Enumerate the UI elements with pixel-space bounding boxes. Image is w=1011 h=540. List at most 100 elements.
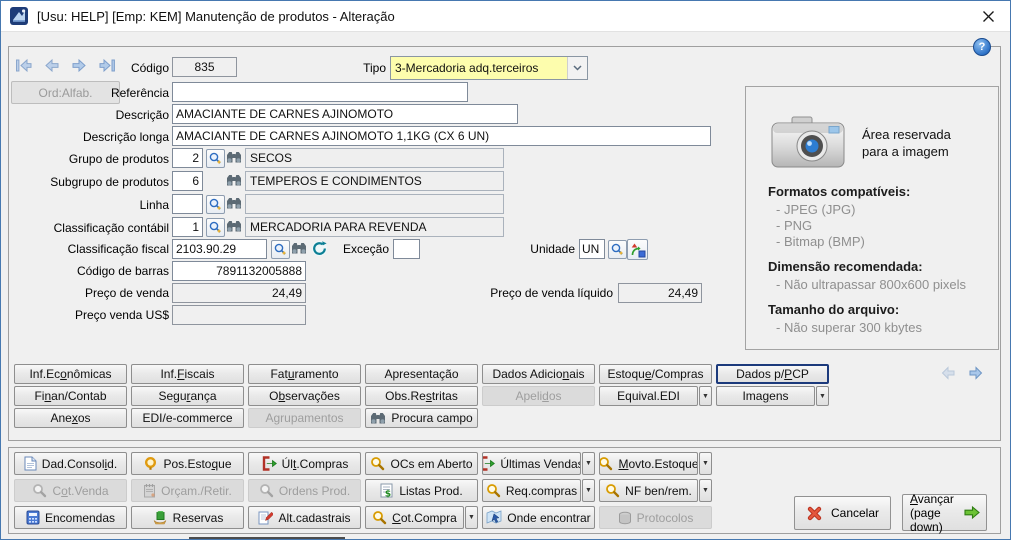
tab-dados-pcp[interactable]: Dados p/PCP xyxy=(716,364,829,384)
subgrupo-desc: TEMPEROS E CONDIMENTOS xyxy=(245,171,504,191)
chevron-down-icon[interactable] xyxy=(567,57,587,79)
unidade-input[interactable] xyxy=(579,239,605,259)
grupo-binoculars-icon[interactable] xyxy=(226,151,242,164)
dimension-list: - Não ultrapassar 800x600 pixels xyxy=(746,277,998,292)
cancel-button[interactable]: Cancelar xyxy=(794,496,891,530)
tab-procura-campo[interactable]: Procura campo xyxy=(365,408,478,428)
btn-cot-compra-dropdown[interactable]: ▼ xyxy=(465,506,478,529)
btn-movto-estoque[interactable]: Movto.Estoque xyxy=(599,452,698,475)
linha-binoculars-icon[interactable] xyxy=(226,197,242,210)
previous-record-icon[interactable] xyxy=(42,58,62,73)
first-record-icon[interactable] xyxy=(13,58,35,73)
btn-movto-estoque-dropdown[interactable]: ▼ xyxy=(699,452,712,475)
linha-lookup-magnifier-icon[interactable] xyxy=(206,195,225,214)
subgrupo-code-input[interactable] xyxy=(172,171,203,191)
preco-liquido-field: 24,49 xyxy=(618,283,702,303)
close-icon[interactable] xyxy=(967,1,1010,31)
descricao-label: Descrição xyxy=(61,108,169,122)
tab-seguranca[interactable]: Segurança xyxy=(131,386,244,406)
btn-encomendas[interactable]: Encomendas xyxy=(14,506,127,529)
tab-scroll-right-icon[interactable] xyxy=(966,366,985,380)
class-contabil-lookup-magnifier-icon[interactable] xyxy=(206,218,225,237)
grupo-lookup-magnifier-icon[interactable] xyxy=(206,149,225,168)
descricao-input[interactable] xyxy=(172,104,518,124)
tab-equival-edi-label: Equival.EDI xyxy=(617,389,680,403)
unidade-lookup-magnifier-icon[interactable] xyxy=(608,240,627,259)
refresh-icon[interactable] xyxy=(311,240,328,257)
btn-ordens-prod-label: Ordens Prod. xyxy=(279,484,350,498)
referencia-label: Referência xyxy=(61,86,169,100)
tab-apresentacao[interactable]: Apresentação xyxy=(365,364,478,384)
codigo-barras-label: Código de barras xyxy=(41,264,169,278)
class-fiscal-label: Classificação fiscal xyxy=(31,242,169,256)
advance-button[interactable]: Avançar (page down) xyxy=(902,494,987,531)
tab-equival-edi-dropdown[interactable]: ▼ xyxy=(699,386,712,406)
title-bar[interactable]: [Usu: HELP] [Emp: KEM] Manutenção de pro… xyxy=(1,1,1010,32)
linha-code-input[interactable] xyxy=(172,194,203,214)
subgrupo-binoculars-icon[interactable] xyxy=(226,174,242,187)
tab-imagens[interactable]: Imagens xyxy=(716,386,815,406)
btn-ocs-em-aberto-label: OCs em Aberto xyxy=(390,457,472,471)
codigo-barras-input[interactable] xyxy=(172,261,306,281)
btn-alt-cadastrais[interactable]: Alt.cadastrais xyxy=(248,506,361,529)
tab-estoque-compras-label: Estoque/Compras xyxy=(607,367,703,381)
tab-observacoes[interactable]: Observações xyxy=(248,386,361,406)
class-contabil-code-input[interactable] xyxy=(172,217,203,237)
tab-obs-restritas-label: Obs.Restritas xyxy=(385,389,458,403)
btn-ult-compras[interactable]: Últ.Compras xyxy=(248,452,361,475)
tab-scroll-left-icon[interactable] xyxy=(939,366,958,380)
tab-finan-contab-label: Finan/Contab xyxy=(34,389,106,403)
btn-ultimas-vendas-label: Últimas Vendas xyxy=(500,457,581,471)
tab-edi-ecommerce[interactable]: EDI/e-commerce xyxy=(131,408,244,428)
btn-nf-ben-rem-dropdown[interactable]: ▼ xyxy=(699,479,712,502)
class-fiscal-lookup-magnifier-icon[interactable] xyxy=(271,240,290,259)
tipo-combobox[interactable]: 3-Mercadoria adq.terceiros xyxy=(390,56,588,80)
btn-reservas[interactable]: Reservas xyxy=(131,506,244,529)
btn-listas-prod[interactable]: $Listas Prod. xyxy=(365,479,478,502)
btn-ultimas-vendas-dropdown[interactable]: ▼ xyxy=(582,452,595,475)
btn-onde-encontrar[interactable]: Onde encontrar xyxy=(482,506,595,529)
btn-req-compras[interactable]: Req.compras xyxy=(482,479,581,502)
excecao-input[interactable] xyxy=(393,239,420,259)
import-arrow-icon xyxy=(261,456,277,471)
btn-cot-compra[interactable]: Cot.Compra xyxy=(365,506,464,529)
tab-inf-fiscais[interactable]: Inf.Fiscais xyxy=(131,364,244,384)
unidade-label: Unidade xyxy=(521,242,575,256)
magnifier-gray-icon xyxy=(32,483,47,498)
unit-convert-icon[interactable] xyxy=(627,239,648,260)
btn-ocs-em-aberto[interactable]: OCs em Aberto xyxy=(365,452,478,475)
btn-encomendas-label: Encomendas xyxy=(45,511,115,525)
grupo-code-input[interactable] xyxy=(172,148,203,168)
btn-dad-consolid[interactable]: Dad.Consolid. xyxy=(14,452,127,475)
tab-imagens-label: Imagens xyxy=(742,389,788,403)
btn-ordens-prod: Ordens Prod. xyxy=(248,479,361,502)
btn-pos-estoque[interactable]: Pos.Estoque xyxy=(131,452,244,475)
product-maintenance-window: [Usu: HELP] [Emp: KEM] Manutenção de pro… xyxy=(0,0,1011,540)
class-fiscal-binoculars-icon[interactable] xyxy=(291,242,307,255)
referencia-input[interactable] xyxy=(172,82,468,102)
tab-dados-adicionais[interactable]: Dados Adicionais xyxy=(482,364,595,384)
tipo-value: 3-Mercadoria adq.terceiros xyxy=(391,61,567,75)
tab-inf-fiscais-label: Inf.Fiscais xyxy=(160,367,214,381)
tab-faturamento[interactable]: Faturamento xyxy=(248,364,361,384)
tab-imagens-dropdown[interactable]: ▼ xyxy=(816,386,829,406)
btn-req-compras-dropdown[interactable]: ▼ xyxy=(582,479,595,502)
btn-ultimas-vendas[interactable]: Últimas Vendas xyxy=(482,452,581,475)
class-contabil-binoculars-icon[interactable] xyxy=(226,220,242,233)
svg-text:$: $ xyxy=(385,490,391,499)
tab-equival-edi[interactable]: Equival.EDI xyxy=(599,386,698,406)
tab-finan-contab[interactable]: Finan/Contab xyxy=(14,386,127,406)
help-icon[interactable]: ? xyxy=(973,38,991,56)
tab-apelidos: Apelidos xyxy=(482,386,595,406)
tab-anexos[interactable]: Anexos xyxy=(14,408,127,428)
tab-faturamento-label: Faturamento xyxy=(270,367,338,381)
class-fiscal-input[interactable] xyxy=(172,239,267,259)
btn-dad-consolid-label: Dad.Consolid. xyxy=(42,457,117,471)
gold-ring-icon xyxy=(143,456,158,471)
tab-inf-economicas[interactable]: Inf.Econômicas xyxy=(14,364,127,384)
tab-estoque-compras[interactable]: Estoque/Compras xyxy=(599,364,712,384)
tab-obs-restritas[interactable]: Obs.Restritas xyxy=(365,386,478,406)
descricao-longa-input[interactable] xyxy=(172,126,711,146)
filesize-list: - Não superar 300 kbytes xyxy=(746,320,998,335)
btn-nf-ben-rem[interactable]: NF ben/rem. xyxy=(599,479,698,502)
